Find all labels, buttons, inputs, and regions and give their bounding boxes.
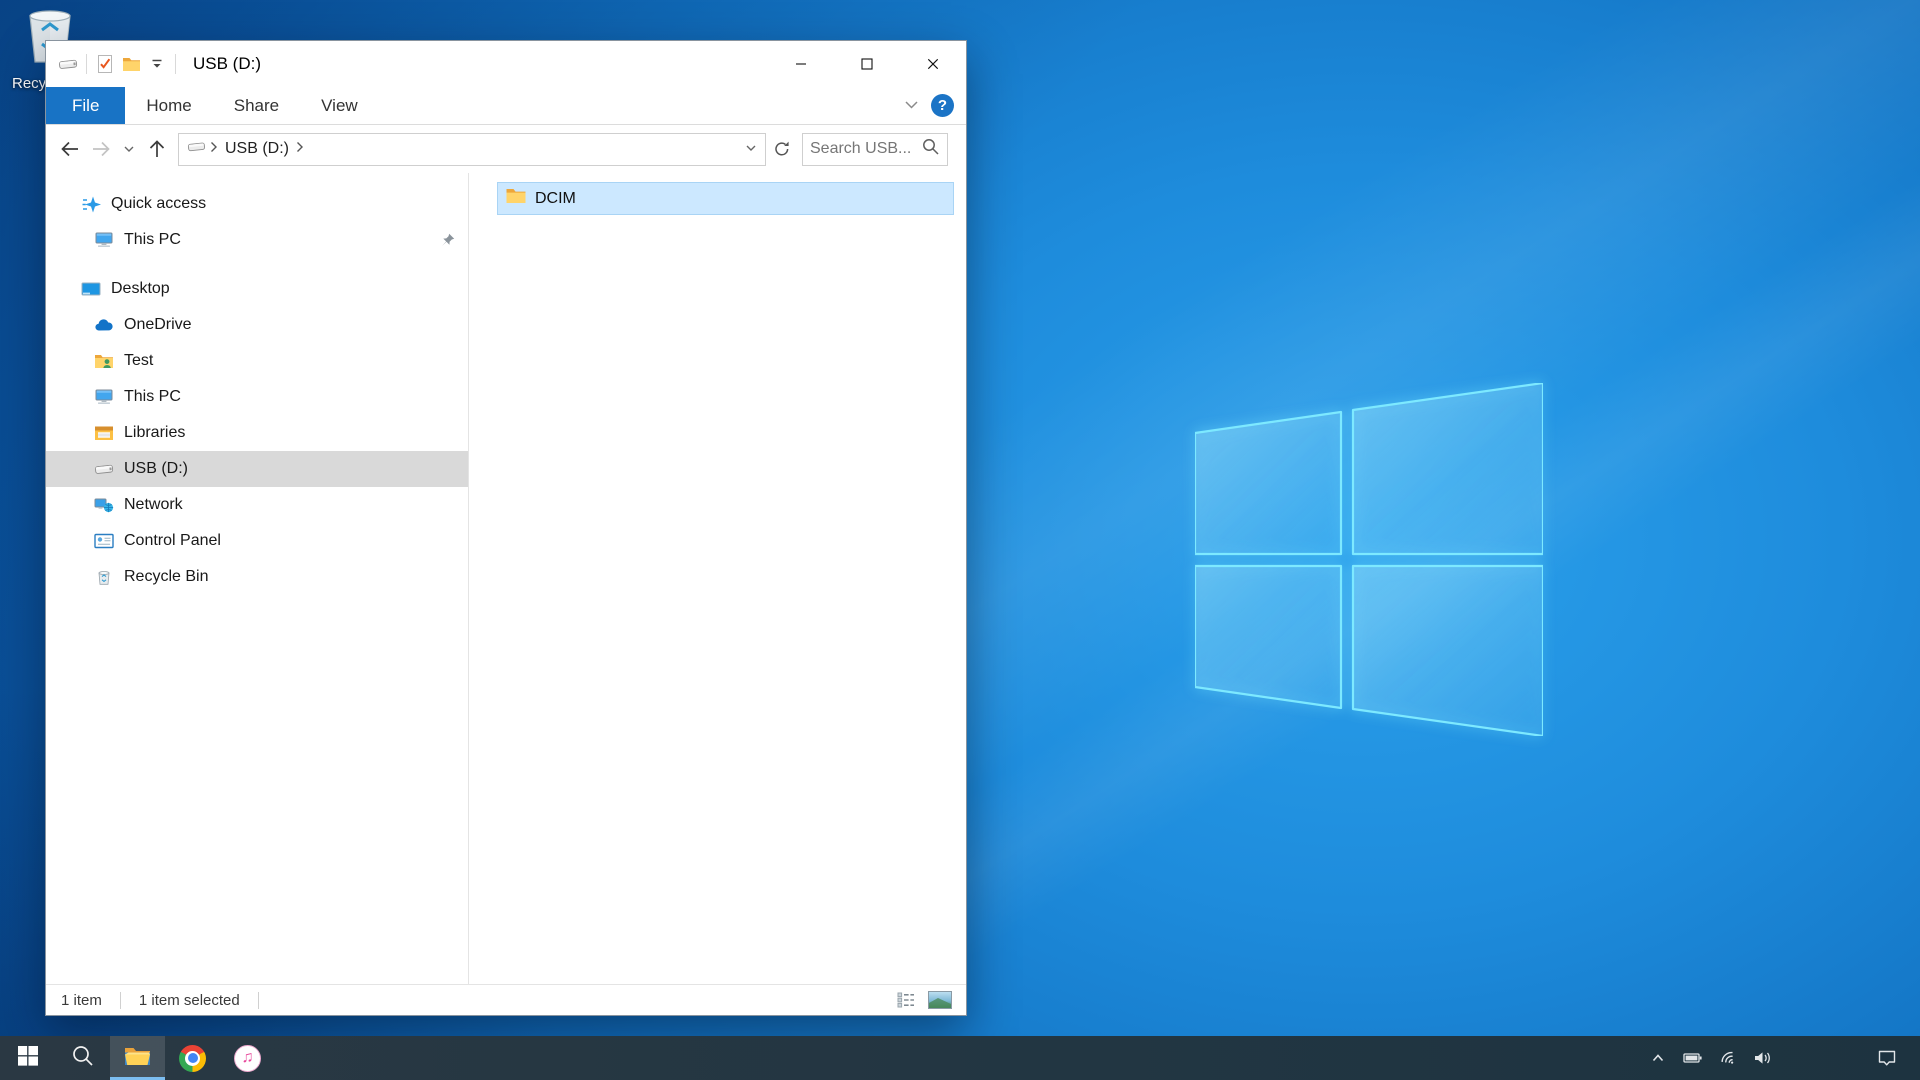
this-pc-monitor-icon <box>93 232 115 248</box>
folder-icon <box>505 187 527 210</box>
sidebar-item-label: This PC <box>124 231 181 249</box>
file-item-dcim[interactable]: DCIM <box>497 182 954 215</box>
recycle-bin-icon <box>93 569 115 585</box>
refresh-button[interactable] <box>768 134 796 165</box>
help-button[interactable]: ? <box>931 94 954 117</box>
system-tray <box>1640 1036 1920 1080</box>
user-folder-icon <box>93 353 115 369</box>
sidebar-item-recycle-bin[interactable]: Recycle Bin <box>46 559 468 595</box>
address-bar[interactable]: USB (D:) <box>178 133 766 166</box>
windows-logo-wallpaper <box>1195 383 1543 736</box>
customize-quick-access-dropdown[interactable] <box>144 51 170 77</box>
hidden-icons-chevron[interactable] <box>1640 1036 1675 1080</box>
item-count: 1 item <box>58 992 105 1009</box>
music-note-icon: ♫ <box>234 1045 261 1072</box>
sidebar-item-label: Quick access <box>111 195 206 213</box>
volume-icon[interactable] <box>1745 1036 1780 1080</box>
tab-file[interactable]: File <box>46 87 125 124</box>
tab-share[interactable]: Share <box>213 87 300 124</box>
sidebar-item-label: Test <box>124 352 153 370</box>
search-icon <box>71 1044 95 1073</box>
onedrive-cloud-icon <box>93 318 115 332</box>
windows-logo-icon <box>18 1046 38 1071</box>
sidebar-item-usb-d[interactable]: USB (D:) <box>46 451 468 487</box>
sidebar-item-label: This PC <box>124 388 181 406</box>
file-explorer-window: USB (D:) File Home Share View ? <box>45 40 967 1016</box>
statusbar-divider <box>120 992 121 1009</box>
sidebar-item-quick-access[interactable]: Quick access <box>46 186 468 222</box>
desktop-icon <box>80 281 102 297</box>
taskbar: ♫ <box>0 1036 1920 1080</box>
titlebar-separator <box>86 54 87 74</box>
libraries-folder-icon <box>93 425 115 441</box>
taskbar-file-explorer-button[interactable] <box>110 1036 165 1080</box>
file-name: DCIM <box>535 190 576 208</box>
sidebar-item-network[interactable]: Network <box>46 487 468 523</box>
control-panel-icon <box>93 533 115 549</box>
properties-quick-button[interactable] <box>92 51 118 77</box>
navigation-toolbar: USB (D:) <box>46 125 966 173</box>
sidebar-item-label: USB (D:) <box>124 460 188 478</box>
file-list-pane[interactable]: DCIM <box>469 173 966 984</box>
sidebar-item-label: Desktop <box>111 280 170 298</box>
sidebar-item-this-pc-pinned[interactable]: This PC <box>46 222 468 258</box>
sidebar-item-control-panel[interactable]: Control Panel <box>46 523 468 559</box>
sidebar-item-label: Control Panel <box>124 532 221 550</box>
details-view-button[interactable] <box>894 989 918 1011</box>
taskbar-search-button[interactable] <box>55 1036 110 1080</box>
sidebar-item-test[interactable]: Test <box>46 343 468 379</box>
recent-locations-chevron[interactable] <box>116 134 141 165</box>
address-usb-drive-icon <box>187 140 207 158</box>
large-icons-view-button[interactable] <box>926 989 954 1011</box>
statusbar-divider <box>258 992 259 1009</box>
action-center-button[interactable] <box>1862 1036 1912 1080</box>
search-icon[interactable] <box>921 137 940 161</box>
sidebar-item-desktop[interactable]: Desktop <box>46 271 468 307</box>
wifi-icon[interactable] <box>1710 1036 1745 1080</box>
battery-icon[interactable] <box>1675 1036 1710 1080</box>
new-folder-quick-button[interactable] <box>118 51 144 77</box>
tab-home[interactable]: Home <box>125 87 212 124</box>
up-button[interactable] <box>141 134 172 165</box>
back-button[interactable] <box>54 134 85 165</box>
breadcrumb-segment[interactable]: USB (D:) <box>225 140 289 158</box>
minimize-button[interactable] <box>768 41 834 87</box>
tab-view[interactable]: View <box>300 87 379 124</box>
address-dropdown-chevron[interactable] <box>745 140 757 158</box>
navigation-pane: Quick access This PC <box>46 173 469 984</box>
usb-drive-icon <box>93 462 115 476</box>
sidebar-item-label: Libraries <box>124 424 185 442</box>
titlebar[interactable]: USB (D:) <box>46 41 966 87</box>
quick-access-star-icon <box>80 195 102 214</box>
window-usb-drive-icon <box>55 51 81 77</box>
window-title: USB (D:) <box>193 54 261 74</box>
expand-ribbon-chevron-icon[interactable] <box>904 97 919 115</box>
start-button[interactable] <box>0 1036 55 1080</box>
selection-status: 1 item selected <box>136 992 243 1009</box>
titlebar-separator <box>175 54 176 74</box>
forward-button[interactable] <box>85 134 116 165</box>
ribbon-tabstrip: File Home Share View ? <box>46 87 966 125</box>
this-pc-monitor-icon <box>93 389 115 405</box>
sidebar-item-onedrive[interactable]: OneDrive <box>46 307 468 343</box>
network-icon <box>93 497 115 513</box>
breadcrumb-chevron-icon[interactable] <box>296 140 304 158</box>
search-box[interactable] <box>802 133 948 166</box>
taskbar-itunes-button[interactable]: ♫ <box>220 1036 275 1080</box>
maximize-button[interactable] <box>834 41 900 87</box>
breadcrumb-chevron-icon[interactable] <box>210 140 218 158</box>
chrome-icon <box>179 1045 206 1072</box>
sidebar-item-label: Recycle Bin <box>124 568 208 586</box>
pin-icon <box>440 232 456 253</box>
file-explorer-icon <box>124 1045 151 1072</box>
taskbar-chrome-button[interactable] <box>165 1036 220 1080</box>
sidebar-item-this-pc[interactable]: This PC <box>46 379 468 415</box>
sidebar-item-label: Network <box>124 496 183 514</box>
sidebar-item-libraries[interactable]: Libraries <box>46 415 468 451</box>
close-button[interactable] <box>900 41 966 87</box>
sidebar-item-label: OneDrive <box>124 316 192 334</box>
search-input[interactable] <box>810 140 921 158</box>
statusbar: 1 item 1 item selected <box>46 984 966 1015</box>
